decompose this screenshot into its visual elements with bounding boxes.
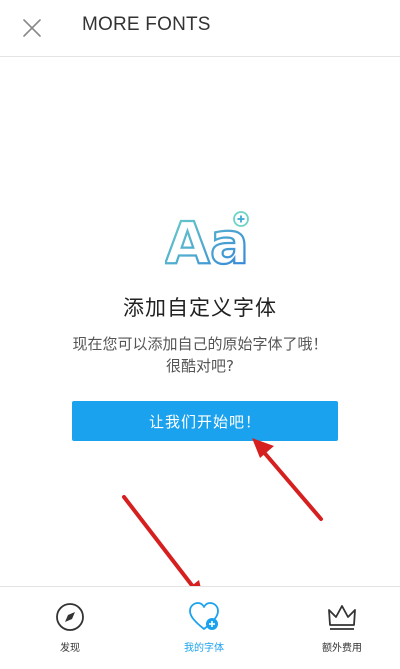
bottom-nav: 发现 我的字体 额外费用 xyxy=(0,586,400,669)
tab-my-fonts-label: 我的字体 xyxy=(184,643,224,654)
top-bar: MORE FONTS xyxy=(0,0,400,57)
tab-my-fonts[interactable]: 我的字体 xyxy=(164,601,244,661)
close-button[interactable] xyxy=(16,12,48,44)
page-title: MORE FONTS xyxy=(82,14,211,35)
close-icon xyxy=(23,19,41,37)
heart-plus-icon xyxy=(189,602,219,630)
crown-icon xyxy=(328,605,356,630)
compass-icon xyxy=(56,603,84,631)
fonts-logo-icon: Aa xyxy=(165,208,250,271)
tab-discover[interactable]: 发现 xyxy=(30,601,110,661)
tab-premium[interactable]: 额外费用 xyxy=(302,601,382,661)
description-line-2: 很酷对吧? xyxy=(166,357,234,375)
tab-discover-label: 发现 xyxy=(60,643,80,654)
tab-premium-label: 额外费用 xyxy=(322,643,362,654)
app-screen: MORE FONTS Aa 添加自定义字体 现在您可以添加自己的原始字体了哦！ … xyxy=(0,0,400,669)
start-button[interactable]: 让我们开始吧！ xyxy=(72,401,338,441)
empty-state-heading: 添加自定义字体 xyxy=(123,296,277,320)
arrow-to-start-button xyxy=(252,438,323,521)
description-line-1: 现在您可以添加自己的原始字体了哦！ xyxy=(72,335,328,353)
empty-state-description: 现在您可以添加自己的原始字体了哦！ 很酷对吧? xyxy=(40,333,360,377)
